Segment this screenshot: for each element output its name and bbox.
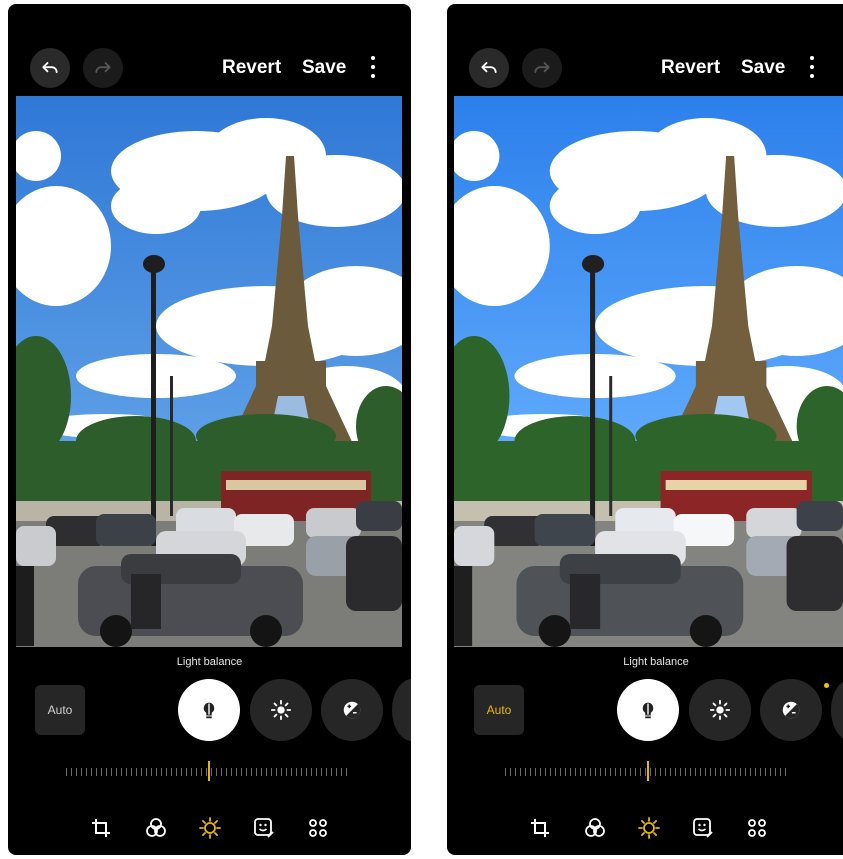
undo-icon: [42, 62, 58, 74]
undo-button[interactable]: [30, 48, 70, 88]
light-balance-tool[interactable]: [178, 679, 240, 741]
light-balance-icon: [203, 702, 215, 719]
decorations-icon[interactable]: [248, 812, 280, 844]
light-balance-icon: [642, 702, 654, 719]
more-options-icon[interactable]: [365, 54, 381, 80]
adjust-slider[interactable]: [505, 760, 790, 784]
auto-button[interactable]: Auto: [35, 685, 85, 735]
adjust-slider[interactable]: [66, 760, 351, 784]
redo-icon: [534, 62, 550, 74]
filters-icon[interactable]: [140, 812, 172, 844]
adjusted-indicator-dot: [824, 683, 829, 688]
editor-screen-before: Revert Save Light balance Auto: [8, 4, 411, 855]
save-button[interactable]: Save: [741, 56, 785, 80]
tone-icon[interactable]: [633, 812, 665, 844]
tone-icon[interactable]: [194, 812, 226, 844]
eiffel-tower-photo: [16, 96, 402, 647]
more-tools-icon[interactable]: [302, 812, 334, 844]
photo-preview[interactable]: [454, 96, 843, 647]
slider-thumb[interactable]: [647, 761, 649, 781]
exposure-icon: [343, 701, 361, 719]
bottom-nav: [8, 812, 411, 848]
brightness-icon: [709, 699, 731, 721]
bottom-nav: [447, 812, 843, 848]
slider-thumb[interactable]: [208, 761, 210, 781]
more-tools-partial[interactable]: [831, 679, 843, 741]
eiffel-tower-photo: [454, 96, 843, 647]
brightness-tool[interactable]: [689, 679, 751, 741]
more-tools-partial[interactable]: [392, 679, 411, 741]
revert-button[interactable]: Revert: [222, 56, 281, 80]
brightness-tool[interactable]: [250, 679, 312, 741]
redo-icon: [95, 62, 111, 74]
transform-icon[interactable]: [524, 812, 556, 844]
adjust-mode-label: Light balance: [176, 656, 243, 668]
save-button[interactable]: Save: [302, 56, 346, 80]
transform-icon[interactable]: [85, 812, 117, 844]
undo-icon: [481, 62, 497, 74]
light-balance-tool[interactable]: [617, 679, 679, 741]
decorations-icon[interactable]: [687, 812, 719, 844]
top-toolbar: Revert Save: [8, 4, 411, 96]
exposure-tool[interactable]: [760, 679, 822, 741]
auto-button[interactable]: Auto: [474, 685, 524, 735]
editor-screen-after: Revert Save Light balance Auto: [447, 4, 843, 855]
redo-button[interactable]: [522, 48, 562, 88]
top-toolbar: Revert Save: [447, 4, 843, 96]
undo-button[interactable]: [469, 48, 509, 88]
photo-preview[interactable]: [16, 96, 402, 647]
revert-button[interactable]: Revert: [661, 56, 720, 80]
redo-button[interactable]: [83, 48, 123, 88]
filters-icon[interactable]: [579, 812, 611, 844]
adjust-mode-label: Light balance: [623, 656, 689, 668]
exposure-tool[interactable]: [321, 679, 383, 741]
exposure-icon: [782, 701, 800, 719]
more-tools-icon[interactable]: [741, 812, 773, 844]
more-options-icon[interactable]: [804, 54, 820, 80]
brightness-icon: [270, 699, 292, 721]
